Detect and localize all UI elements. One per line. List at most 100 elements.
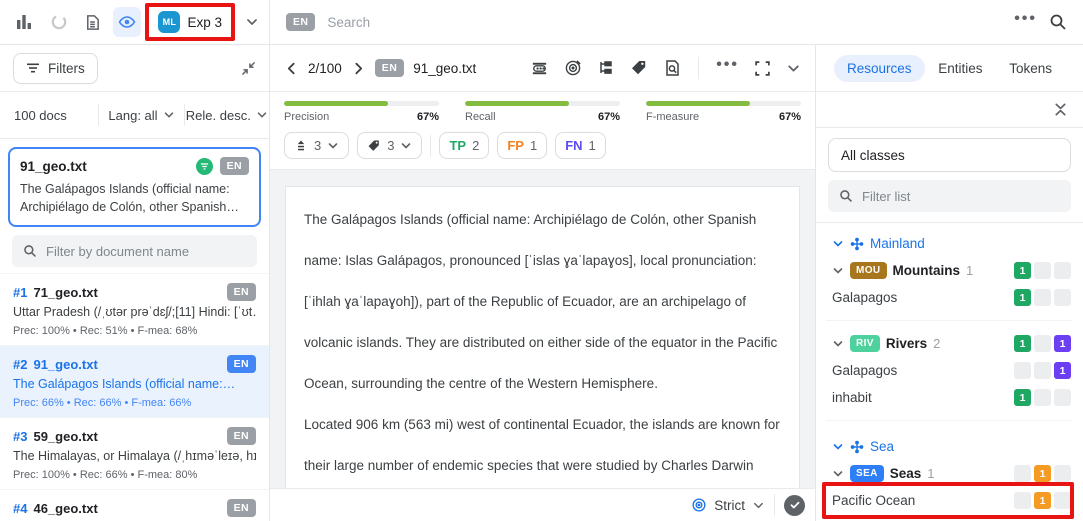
doc-list-item[interactable]: #171_geo.txtEN Uttar Pradesh (/ˌʊtər prəˈ… [0,273,269,345]
doc-lang-badge: EN [227,499,256,517]
sync-icon[interactable] [44,7,72,37]
collapse-panel-icon[interactable] [241,61,256,76]
viewer-lang-badge: EN [375,59,404,77]
classes-icon [294,139,308,153]
current-document-preview: The Galápagos Islands (official name: Ar… [20,180,249,216]
chip-count: 1 [589,138,596,153]
viewer-more-icon[interactable]: ••• [716,60,739,76]
count-cell-empty [1054,262,1071,279]
document-icon[interactable] [79,7,107,37]
class-badge: SEA [850,465,884,482]
count-cell-empty [1054,389,1071,406]
more-options-icon[interactable]: ••• [1014,14,1037,30]
chip-count: 3 [387,138,394,153]
metric-info: Precision67% [284,111,439,123]
tree-item-galapagos[interactable]: Galapagos1 [826,357,1073,384]
topbar-left: ML Exp 3 [0,0,270,44]
class-filter-value: All classes [841,148,905,163]
doc-metrics: Prec: 100% • Rec: 66% • F-mea: 80% [13,469,256,481]
tab-resources[interactable]: Resources [834,55,925,82]
resource-tree: MainlandMOUMountains11Galapagos1RIVRiver… [816,222,1083,521]
tree-item-label: Galapagos [832,290,897,305]
search-input[interactable] [327,15,1002,30]
tab-tokens[interactable]: Tokens [996,55,1065,82]
count-cell-green: 1 [1014,389,1031,406]
collapse-all-icon[interactable] [1053,102,1068,117]
lang-filter-dropdown[interactable]: Lang: all [99,108,183,123]
viewer-toolbar: ••• [530,57,801,79]
count-cells: 1 [1014,389,1073,406]
taxonomy-icon [850,237,864,251]
tree-item-pacific-ocean[interactable]: Pacific Ocean1 [826,487,1073,514]
filters-button[interactable]: Filters [13,53,98,84]
metric-bar [465,101,620,106]
doc-list-item[interactable]: #291_geo.txtENThe Galápagos Islands (off… [0,345,269,417]
tree-class-rivers[interactable]: RIVRivers211 [826,330,1073,357]
collapse-header-icon[interactable] [786,61,801,76]
list-filter-input[interactable] [862,189,1060,204]
doc-filter-input[interactable] [46,244,246,259]
sort-dropdown[interactable]: Rele. desc. [185,108,269,123]
count-cells: 1 [1014,492,1073,509]
result-chip-fp[interactable]: FP1 [497,132,547,159]
doc-head: #291_geo.txtEN [13,355,256,373]
annotation-sets-icon[interactable] [530,59,549,78]
count-cells: 11 [1014,335,1073,352]
current-document-card[interactable]: 91_geo.txt EN The Galápagos Islands (off… [8,147,261,227]
doc-lang-badge: EN [227,355,256,373]
tree-group-sea[interactable]: Sea [826,433,1073,460]
tree-item-label: Galapagos [832,363,897,378]
current-document-lang-badge: EN [220,157,249,175]
docs-count: 100 docs [0,108,98,123]
tag-icon [367,139,381,153]
experiment-selector[interactable]: ML Exp 3 [151,7,229,37]
viewer-footer: Strict [270,488,815,521]
result-chip-fn[interactable]: FN1 [555,132,606,159]
doc-list-item[interactable]: #446_geo.txtENTokelau (/ˈtoʊkəlaʊ/ known… [0,489,269,521]
chevron-down-icon[interactable] [245,15,259,29]
doc-search-icon[interactable] [663,59,681,77]
filter-chip-tags[interactable]: 3 [357,132,422,159]
doc-head: #171_geo.txtEN [13,283,256,301]
search-icon[interactable] [1049,13,1067,31]
count-cell-green: 1 [1014,262,1031,279]
chip-label: FP [507,138,524,153]
tree-class-mountains[interactable]: MOUMountains11 [826,257,1073,284]
main-layout: Filters 100 docs Lang: all Rele. desc. 9… [0,45,1083,521]
eye-icon[interactable] [113,7,141,37]
search-lang-badge: EN [286,13,315,31]
list-stats-bar: 100 docs Lang: all Rele. desc. [0,92,269,139]
match-mode-dropdown[interactable]: Strict [691,497,765,513]
metric-bar-fill [646,101,750,106]
tree-item-inhabit[interactable]: inhabit 1 [826,384,1073,411]
bar-chart-icon[interactable] [10,7,38,37]
right-tabs: Resources Entities Tokens [816,45,1083,92]
filter-chip-classes[interactable]: 3 [284,132,349,159]
tree-item-label: inhabit [832,390,872,405]
tab-entities[interactable]: Entities [925,55,995,82]
doc-lang-badge: EN [227,427,256,445]
chip-count: 3 [314,138,321,153]
fullscreen-icon[interactable] [754,60,771,77]
evaluation-target-icon[interactable] [564,59,582,77]
result-chip-tp[interactable]: TP2 [439,132,489,159]
doc-rank: #4 [13,501,27,516]
confirm-check-icon[interactable] [784,495,805,516]
metric-bar [646,101,801,106]
next-document-icon[interactable] [351,61,366,76]
tag-icon[interactable] [630,59,648,77]
count-cells: 1 [1014,465,1073,482]
prev-document-icon[interactable] [284,61,299,76]
doc-preview: Uttar Pradesh (/ˌʊtər prəˈdɛʃ/;[11] Hind… [13,305,256,319]
class-filter-select[interactable]: All classes [828,138,1071,172]
hierarchy-icon[interactable] [597,59,615,77]
tree-group-mainland[interactable]: Mainland [826,230,1073,257]
chips-row: 33TP2FP1FN1 [270,126,815,169]
chevron-down-icon [832,338,844,350]
chevron-down-icon [163,109,175,121]
doc-list-item[interactable]: #359_geo.txtENThe Himalayas, or Himalaya… [0,417,269,489]
tree-class-seas[interactable]: SEASeas11 [826,460,1073,487]
document-viewer: 2/100 EN 91_geo.txt [270,45,815,521]
target-icon [691,497,707,513]
tree-item-galapagos[interactable]: Galapagos1 [826,284,1073,311]
